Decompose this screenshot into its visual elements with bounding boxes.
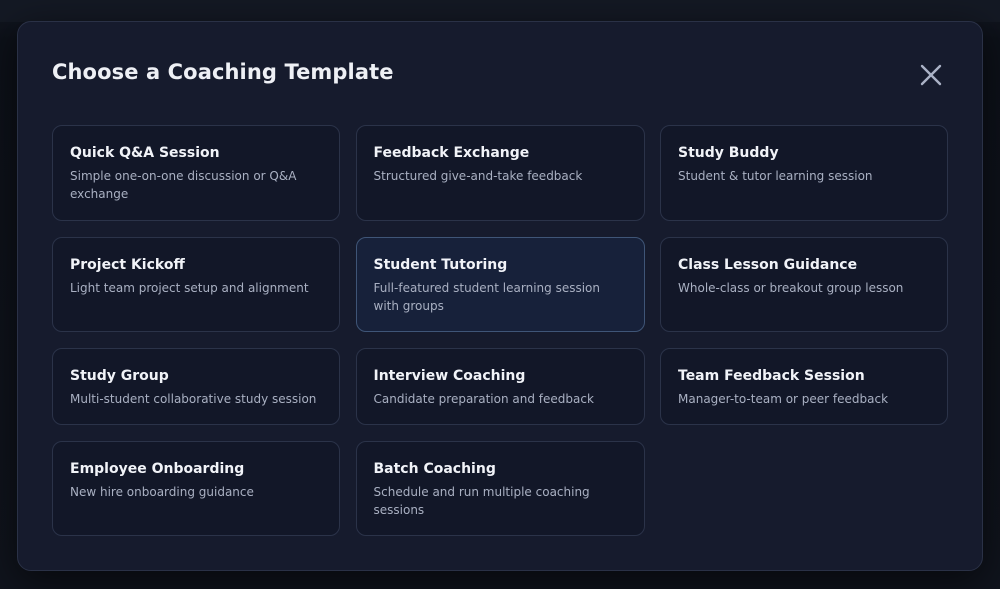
template-card-description: Full-featured student learning session w… <box>373 281 600 313</box>
template-grid: Quick Q&A Session Simple one-on-one disc… <box>52 125 948 536</box>
template-card-study-group[interactable]: Study Group Multi-student collaborative … <box>52 348 340 425</box>
template-card-description: Candidate preparation and feedback <box>373 392 594 406</box>
template-card-title: Project Kickoff <box>70 257 185 273</box>
template-card-title: Study Group <box>70 368 169 384</box>
template-card-description: Student & tutor learning session <box>678 169 873 183</box>
template-card-title: Interview Coaching <box>373 368 526 384</box>
template-card-title: Student Tutoring <box>373 257 508 273</box>
template-card-description: New hire onboarding guidance <box>70 485 254 499</box>
template-card-class-lesson-guidance[interactable]: Class Lesson Guidance Whole-class or bre… <box>660 237 948 332</box>
template-card-study-buddy[interactable]: Study Buddy Student & tutor learning ses… <box>660 125 948 221</box>
template-card-title: Batch Coaching <box>373 461 496 477</box>
template-picker-modal: Choose a Coaching Template Quick Q&A Ses… <box>17 21 983 571</box>
template-card-title: Team Feedback Session <box>678 368 865 384</box>
template-card-batch-coaching[interactable]: Batch Coaching Schedule and run multiple… <box>355 441 645 536</box>
template-card-title: Study Buddy <box>678 145 779 161</box>
template-card-feedback-exchange[interactable]: Feedback Exchange Structured give-and-ta… <box>355 125 645 221</box>
close-icon <box>920 64 942 86</box>
template-card-description: Multi-student collaborative study sessio… <box>70 392 317 406</box>
template-card-title: Employee Onboarding <box>70 461 245 477</box>
modal-title: Choose a Coaching Template <box>52 60 394 84</box>
template-card-title: Quick Q&A Session <box>70 145 220 161</box>
template-card-project-kickoff[interactable]: Project Kickoff Light team project setup… <box>52 237 340 332</box>
template-card-description: Simple one-on-one discussion or Q&A exch… <box>70 169 297 201</box>
template-card-description: Structured give-and-take feedback <box>373 169 583 183</box>
template-card-employee-onboarding[interactable]: Employee Onboarding New hire onboarding … <box>52 441 340 536</box>
background-header <box>0 0 1000 22</box>
close-button[interactable] <box>918 62 944 88</box>
template-card-quick-qa[interactable]: Quick Q&A Session Simple one-on-one disc… <box>52 125 340 221</box>
template-card-title: Feedback Exchange <box>373 145 530 161</box>
template-card-team-feedback-session[interactable]: Team Feedback Session Manager-to-team or… <box>660 348 948 425</box>
template-card-description: Schedule and run multiple coaching sessi… <box>373 485 590 517</box>
template-card-description: Manager-to-team or peer feedback <box>678 392 889 406</box>
template-card-description: Light team project setup and alignment <box>70 281 309 295</box>
template-card-student-tutoring[interactable]: Student Tutoring Full-featured student l… <box>355 237 645 332</box>
template-card-interview-coaching[interactable]: Interview Coaching Candidate preparation… <box>355 348 645 425</box>
template-card-title: Class Lesson Guidance <box>678 257 858 273</box>
template-card-description: Whole-class or breakout group lesson <box>678 281 904 295</box>
